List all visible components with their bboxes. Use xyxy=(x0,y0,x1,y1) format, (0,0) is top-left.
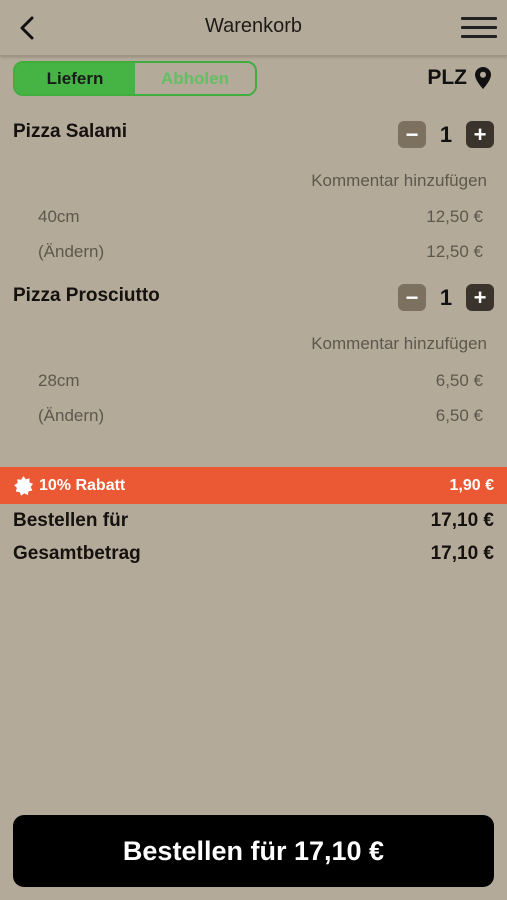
item-option-price: 12,50 € xyxy=(426,207,483,226)
decrease-quantity-button[interactable]: − xyxy=(398,121,426,148)
increase-quantity-button[interactable]: + xyxy=(466,121,494,148)
quantity-value: 1 xyxy=(439,121,453,147)
item-option-price: 6,50 € xyxy=(435,371,483,390)
quantity-stepper: − 1 + xyxy=(398,284,494,311)
discount-label: 10% Rabatt xyxy=(39,477,126,494)
plz-label: PLZ xyxy=(427,66,467,89)
item-option-price: 6,50 € xyxy=(435,406,483,425)
postal-code-selector[interactable]: PLZ xyxy=(427,66,491,90)
order-for-value: 17,10 € xyxy=(430,510,494,531)
delivery-mode-toggle: Liefern Abholen xyxy=(13,61,257,96)
item-option-label: 28cm xyxy=(38,371,80,390)
place-order-button[interactable]: Bestellen für 17,10 € xyxy=(13,815,494,887)
discount-row: 10% Rabatt 1,90 € xyxy=(0,467,507,504)
cart-item-name: Pizza Salami xyxy=(13,121,128,142)
increase-quantity-button[interactable]: + xyxy=(466,284,494,311)
discount-badge-icon xyxy=(14,475,34,496)
toggle-liefern[interactable]: Liefern xyxy=(15,63,135,94)
total-value: 17,10 € xyxy=(430,543,494,564)
map-pin-icon xyxy=(475,67,491,89)
add-comment-link[interactable]: Kommentar hinzufügen xyxy=(311,171,487,191)
item-option-price: 12,50 € xyxy=(426,242,483,261)
hamburger-menu-icon[interactable] xyxy=(461,14,497,42)
item-option-label: 40cm xyxy=(38,207,80,226)
total-row: Gesamtbetrag 17,10 € xyxy=(13,543,494,565)
toggle-abholen[interactable]: Abholen xyxy=(135,63,255,94)
quantity-stepper: − 1 + xyxy=(398,121,494,148)
order-for-row: Bestellen für 17,10 € xyxy=(13,510,494,532)
discount-value: 1,90 € xyxy=(449,477,494,494)
order-for-label: Bestellen für xyxy=(13,510,129,531)
cart-item-name: Pizza Prosciutto xyxy=(13,285,160,306)
change-option-link[interactable]: (Ändern) xyxy=(38,406,104,426)
quantity-value: 1 xyxy=(439,284,453,310)
decrease-quantity-button[interactable]: − xyxy=(398,284,426,311)
total-label: Gesamtbetrag xyxy=(13,543,141,564)
add-comment-link[interactable]: Kommentar hinzufügen xyxy=(311,334,487,354)
page-title: Warenkorb xyxy=(204,15,303,37)
top-bar: Warenkorb xyxy=(0,0,507,56)
change-option-link[interactable]: (Ändern) xyxy=(38,242,104,262)
